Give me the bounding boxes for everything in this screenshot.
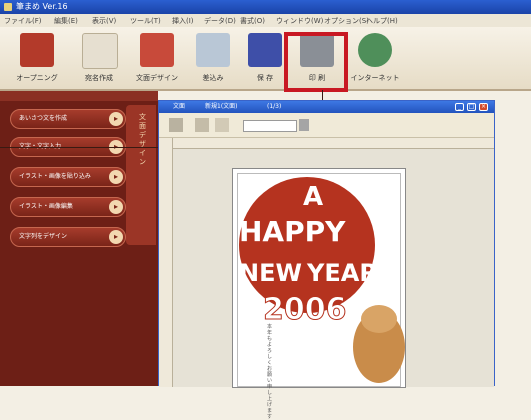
word-year: YEAR bbox=[306, 259, 378, 287]
sidebar-button-greeting[interactable]: あいさつ文を作成 ▸ bbox=[10, 109, 126, 129]
design-icon bbox=[140, 33, 174, 67]
arrow-icon: ▸ bbox=[109, 112, 123, 126]
window-title-left: 文面 bbox=[173, 103, 186, 110]
app-icon bbox=[4, 3, 12, 11]
letter-a: A bbox=[303, 182, 323, 212]
menu-file[interactable]: ファイル(F) bbox=[4, 16, 42, 26]
window-title-right: (1/3) bbox=[267, 103, 282, 110]
greeting-side-text: 本年もよろしくお願い申し上げます bbox=[267, 324, 273, 420]
right-background-panel bbox=[495, 91, 531, 386]
sidebar-button-label: イラスト・画像を貼り込み bbox=[19, 173, 91, 180]
tool-icon-2[interactable] bbox=[195, 118, 209, 132]
insert-button[interactable]: 差込み bbox=[190, 29, 236, 87]
word-new: NEW bbox=[239, 259, 302, 287]
menu-options[interactable]: オプション(S) bbox=[324, 16, 369, 26]
tool-icon-1[interactable] bbox=[169, 118, 183, 132]
menu-help[interactable]: ヘルプ(H) bbox=[366, 16, 398, 26]
arrow-icon: ▸ bbox=[109, 200, 123, 214]
sidebar-top-strip bbox=[0, 91, 158, 101]
address-label: 宛名作成 bbox=[85, 74, 113, 82]
save-button[interactable]: 保 存 bbox=[242, 29, 288, 87]
menu-format[interactable]: 書式(O) bbox=[240, 16, 265, 26]
tool-icon-3[interactable] bbox=[215, 118, 229, 132]
menu-tools[interactable]: ツール(T) bbox=[130, 16, 161, 26]
sidebar-tab-label: 文面デザイン bbox=[139, 113, 146, 166]
address-icon bbox=[82, 33, 118, 69]
close-icon[interactable]: × bbox=[479, 103, 488, 111]
globe-icon bbox=[358, 33, 392, 67]
zoom-select[interactable] bbox=[243, 120, 297, 132]
arrow-icon: ▸ bbox=[109, 170, 123, 184]
menu-bar: ファイル(F) 編集(E) 表示(V) ツール(T) 挿入(I) データ(D) … bbox=[0, 14, 531, 28]
horizontal-ruler bbox=[173, 138, 494, 149]
year-2006: 2006 bbox=[263, 292, 347, 327]
menu-window[interactable]: ウィンドウ(W) bbox=[276, 16, 323, 26]
menu-edit[interactable]: 編集(E) bbox=[54, 16, 78, 26]
design-sidebar: 文面デザイン あいさつ文を作成 ▸ 文字・文字入力 ▸ イラスト・画像を貼り込み… bbox=[0, 91, 158, 386]
arrow-icon: ▸ bbox=[109, 230, 123, 244]
word-happy: HAPPY bbox=[239, 215, 346, 248]
zoom-dropdown-icon[interactable] bbox=[299, 119, 309, 131]
menu-insert[interactable]: 挿入(I) bbox=[172, 16, 194, 26]
sidebar-button-label: 文字列をデザイン bbox=[19, 233, 68, 240]
sidebar-button-edit-illust[interactable]: イラスト・画像編集 ▸ bbox=[10, 197, 126, 217]
document-toolbar bbox=[159, 113, 494, 138]
window-title-mid: 新規1(文面) bbox=[205, 103, 238, 110]
opening-icon bbox=[20, 33, 54, 67]
floppy-icon bbox=[248, 33, 282, 67]
postcard[interactable]: A HAPPY NEW YEAR 2006 本年もよろしくお願い申し上げます bbox=[232, 168, 406, 420]
internet-button[interactable]: インターネット bbox=[351, 29, 400, 87]
sidebar-button-label: あいさつ文を作成 bbox=[19, 115, 68, 122]
insert-label: 差込み bbox=[202, 74, 224, 82]
print-highlight-box bbox=[284, 32, 348, 92]
sidebar-button-label: イラスト・画像編集 bbox=[19, 203, 73, 210]
vertical-ruler bbox=[159, 138, 173, 387]
minimize-icon[interactable]: _ bbox=[455, 103, 464, 111]
menu-view[interactable]: 表示(V) bbox=[92, 16, 116, 26]
design-label: 文面デザイン bbox=[136, 74, 178, 82]
main-toolbar: オープニング 宛名作成 文面デザイン 差込み 保 存 印 刷 インターネット bbox=[0, 27, 531, 118]
address-button[interactable]: 宛名作成 bbox=[76, 29, 122, 87]
title-bar: 筆まめ Ver.16 bbox=[0, 0, 531, 14]
insert-icon bbox=[196, 33, 230, 67]
internet-label: インターネット bbox=[350, 74, 400, 82]
dog-head bbox=[361, 305, 397, 333]
sidebar-button-design-text[interactable]: 文字列をデザイン ▸ bbox=[10, 227, 126, 247]
app-title: 筆まめ Ver.16 bbox=[16, 2, 68, 11]
maximize-icon[interactable]: □ bbox=[467, 103, 476, 111]
opening-button[interactable]: オープニング bbox=[14, 29, 60, 87]
opening-label: オープニング bbox=[16, 74, 58, 82]
document-window-titlebar: 文面 新規1(文面) (1/3) _ □ × bbox=[159, 101, 494, 113]
sidebar-button-paste-illust[interactable]: イラスト・画像を貼り込み ▸ bbox=[10, 167, 126, 187]
new-year-design: A HAPPY NEW YEAR 2006 bbox=[239, 177, 405, 383]
menu-data[interactable]: データ(D) bbox=[204, 16, 236, 26]
design-button[interactable]: 文面デザイン bbox=[134, 29, 180, 87]
